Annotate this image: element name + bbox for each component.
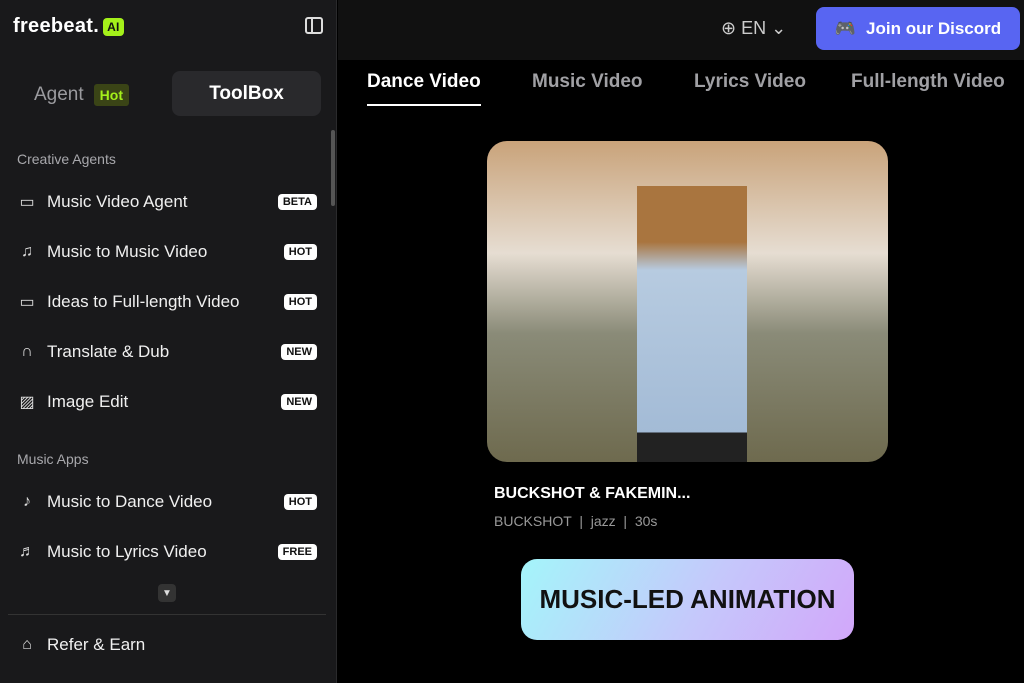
speaking-head-icon: ∩ xyxy=(21,343,33,360)
sidebar-item-image-edit[interactable]: ▨ Image Edit NEW xyxy=(17,387,317,417)
tab-dance-video[interactable]: Dance Video xyxy=(367,71,481,106)
gift-icon: ⌂ xyxy=(22,636,32,653)
badge: HOT xyxy=(283,494,317,510)
badge: NEW xyxy=(281,344,317,360)
badge: NEW xyxy=(281,394,317,410)
item-label: Image Edit xyxy=(47,392,129,411)
agent-label: Agent xyxy=(34,84,84,105)
section-music-apps: Music Apps xyxy=(17,451,89,467)
divider xyxy=(8,614,326,615)
tab-lyrics-video[interactable]: Lyrics Video xyxy=(694,71,806,93)
badge: FREE xyxy=(277,544,317,560)
discord-label: Join our Discord xyxy=(866,18,1002,38)
item-label: Music to Dance Video xyxy=(47,492,213,511)
dancer-image xyxy=(637,186,747,462)
sidebar-toggle-icon[interactable] xyxy=(305,17,323,34)
music-note-icon: ♪ xyxy=(23,493,31,510)
language-selector[interactable]: ⊕ EN ⌄ xyxy=(721,18,786,39)
item-label: Refer & Earn xyxy=(47,635,146,654)
tab-toolbox[interactable]: ToolBox xyxy=(172,71,321,116)
logo[interactable]: freebeat. AI xyxy=(13,15,124,38)
music-led-animation-banner[interactable]: MUSIC-LED ANIMATION xyxy=(521,559,854,640)
chevron-down-icon[interactable]: ▼ xyxy=(158,584,176,602)
item-label: Music to Music Video xyxy=(47,242,208,261)
section-creative-agents: Creative Agents xyxy=(17,151,116,167)
sidebar-item-refer-earn[interactable]: ⌂ Refer & Earn xyxy=(17,630,317,660)
sidebar-item-music-to-dance-video[interactable]: ♪ Music to Dance Video HOT xyxy=(17,487,317,517)
video-camera-icon: ▭ xyxy=(19,294,35,311)
sidebar-item-ideas-to-full-length-video[interactable]: ▭ Ideas to Full-length Video HOT xyxy=(17,287,317,317)
discord-icon: 🎮 xyxy=(834,18,857,38)
chevron-down-icon: ⌄ xyxy=(771,18,787,38)
tab-full-length-video[interactable]: Full-length Video xyxy=(851,71,1005,93)
sidebar: freebeat. AI Agent Hot ToolBox Creative Ag… xyxy=(0,0,337,683)
badge: BETA xyxy=(277,194,317,210)
item-label: Translate & Dub xyxy=(47,342,170,361)
sidebar-item-translate-dub[interactable]: ∩ Translate & Dub NEW xyxy=(17,337,317,367)
sidebar-item-music-to-music-video[interactable]: ♫ Music to Music Video HOT xyxy=(17,237,317,267)
chat-code-icon: ▭ xyxy=(19,194,35,211)
lang-label: EN xyxy=(741,18,767,38)
discord-button[interactable]: 🎮 Join our Discord xyxy=(816,7,1020,50)
video-title: BUCKSHOT & FAKEMIN... xyxy=(494,485,691,502)
item-label: Music to Lyrics Video xyxy=(47,542,207,561)
globe-icon: ⊕ xyxy=(721,18,737,38)
tab-music-video[interactable]: Music Video xyxy=(532,71,643,93)
hot-badge: Hot xyxy=(93,84,129,106)
video-meta: BUCKSHOT | jazz | 30s xyxy=(494,513,658,529)
badge: HOT xyxy=(283,244,317,260)
music-note-icon: ♫ xyxy=(21,243,33,260)
scrollbar[interactable] xyxy=(331,130,335,206)
music-file-icon: ♬ xyxy=(19,543,35,560)
logo-ai-badge: AI xyxy=(103,17,124,36)
video-thumbnail[interactable] xyxy=(487,141,888,462)
sidebar-item-music-video-agent[interactable]: ▭ Music Video Agent BETA xyxy=(17,187,317,217)
logo-text: freebeat. xyxy=(13,15,100,37)
badge: HOT xyxy=(283,294,317,310)
item-label: Music Video Agent xyxy=(47,192,188,211)
image-plus-icon: ▨ xyxy=(19,394,35,411)
tab-agent[interactable]: Agent Hot xyxy=(34,84,129,106)
item-label: Ideas to Full-length Video xyxy=(47,292,240,311)
sidebar-item-music-to-lyrics-video[interactable]: ♬ Music to Lyrics Video FREE xyxy=(17,537,317,567)
